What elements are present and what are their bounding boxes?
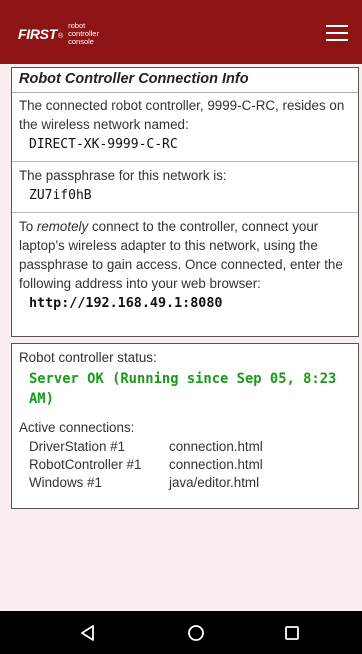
recents-square-icon[interactable]	[262, 611, 322, 654]
passphrase-label: The passphrase for this network is:	[19, 168, 227, 183]
status-value-line: AM)	[29, 391, 54, 407]
table-row: RobotController #1 connection.html	[29, 456, 263, 474]
connection-page: java/editor.html	[169, 475, 260, 490]
back-triangle-icon[interactable]	[58, 611, 118, 654]
remote-pre: To	[19, 219, 37, 234]
divider	[12, 161, 358, 162]
logo-subtitle: robot controller console	[68, 22, 99, 46]
first-logo: FIRST ® robot controller console	[18, 22, 99, 46]
connection-page: connection.html	[169, 457, 263, 472]
hamburger-menu-icon[interactable]	[326, 25, 348, 41]
active-connections-label: Active connections:	[19, 420, 135, 435]
app-header: FIRST ® robot controller console	[0, 0, 362, 64]
remote-post: connect to the controller, connect your	[88, 219, 319, 234]
remote-emphasis: remotely	[36, 219, 89, 234]
divider	[12, 212, 358, 213]
connection-name: DriverStation #1	[29, 439, 126, 454]
logo-registered-mark: ®	[57, 33, 64, 40]
status-panel: Robot controller status: Server OK (Runn…	[11, 343, 359, 509]
logo-first-text: FIRST	[18, 26, 57, 42]
table-row: Windows #1 java/editor.html	[29, 474, 263, 492]
connection-name: Windows #1	[29, 475, 102, 490]
status-label: Robot controller status:	[19, 350, 157, 365]
network-name: DIRECT-XK-9999-C-RC	[29, 137, 178, 152]
remote-instructions: To remotely connect to the controller, c…	[19, 217, 351, 293]
controller-address: http://192.168.49.1:8080	[29, 296, 223, 311]
logo-subtitle-line: console	[68, 37, 94, 46]
connection-name: RobotController #1	[29, 457, 142, 472]
remote-line: laptop's wireless adapter to this networ…	[19, 238, 318, 253]
status-value-line: Server OK (Running since Sep 05, 8:23	[29, 371, 337, 387]
android-nav-bar	[0, 611, 362, 654]
home-circle-icon[interactable]	[166, 611, 226, 654]
remote-line: To remotely connect to the controller, c…	[19, 217, 351, 236]
connection-page: connection.html	[169, 439, 263, 454]
panel-title: Robot Controller Connection Info	[12, 70, 358, 93]
intro-line: The connected robot controller, 9999-C-R…	[19, 98, 345, 113]
connection-info-panel: Robot Controller Connection Info The con…	[11, 67, 359, 337]
connections-table: DriverStation #1 connection.html RobotCo…	[29, 438, 263, 492]
intro-line: the wireless network named:	[19, 117, 189, 132]
intro-text: The connected robot controller, 9999-C-R…	[19, 96, 351, 134]
table-row: DriverStation #1 connection.html	[29, 438, 263, 456]
passphrase-value: ZU7if0hB	[29, 188, 92, 203]
remote-line: following address into your web browser:	[19, 276, 261, 291]
remote-line: passphrase to gain access. Once connecte…	[19, 257, 343, 272]
status-value: Server OK (Running since Sep 05, 8:23 AM…	[19, 369, 351, 409]
